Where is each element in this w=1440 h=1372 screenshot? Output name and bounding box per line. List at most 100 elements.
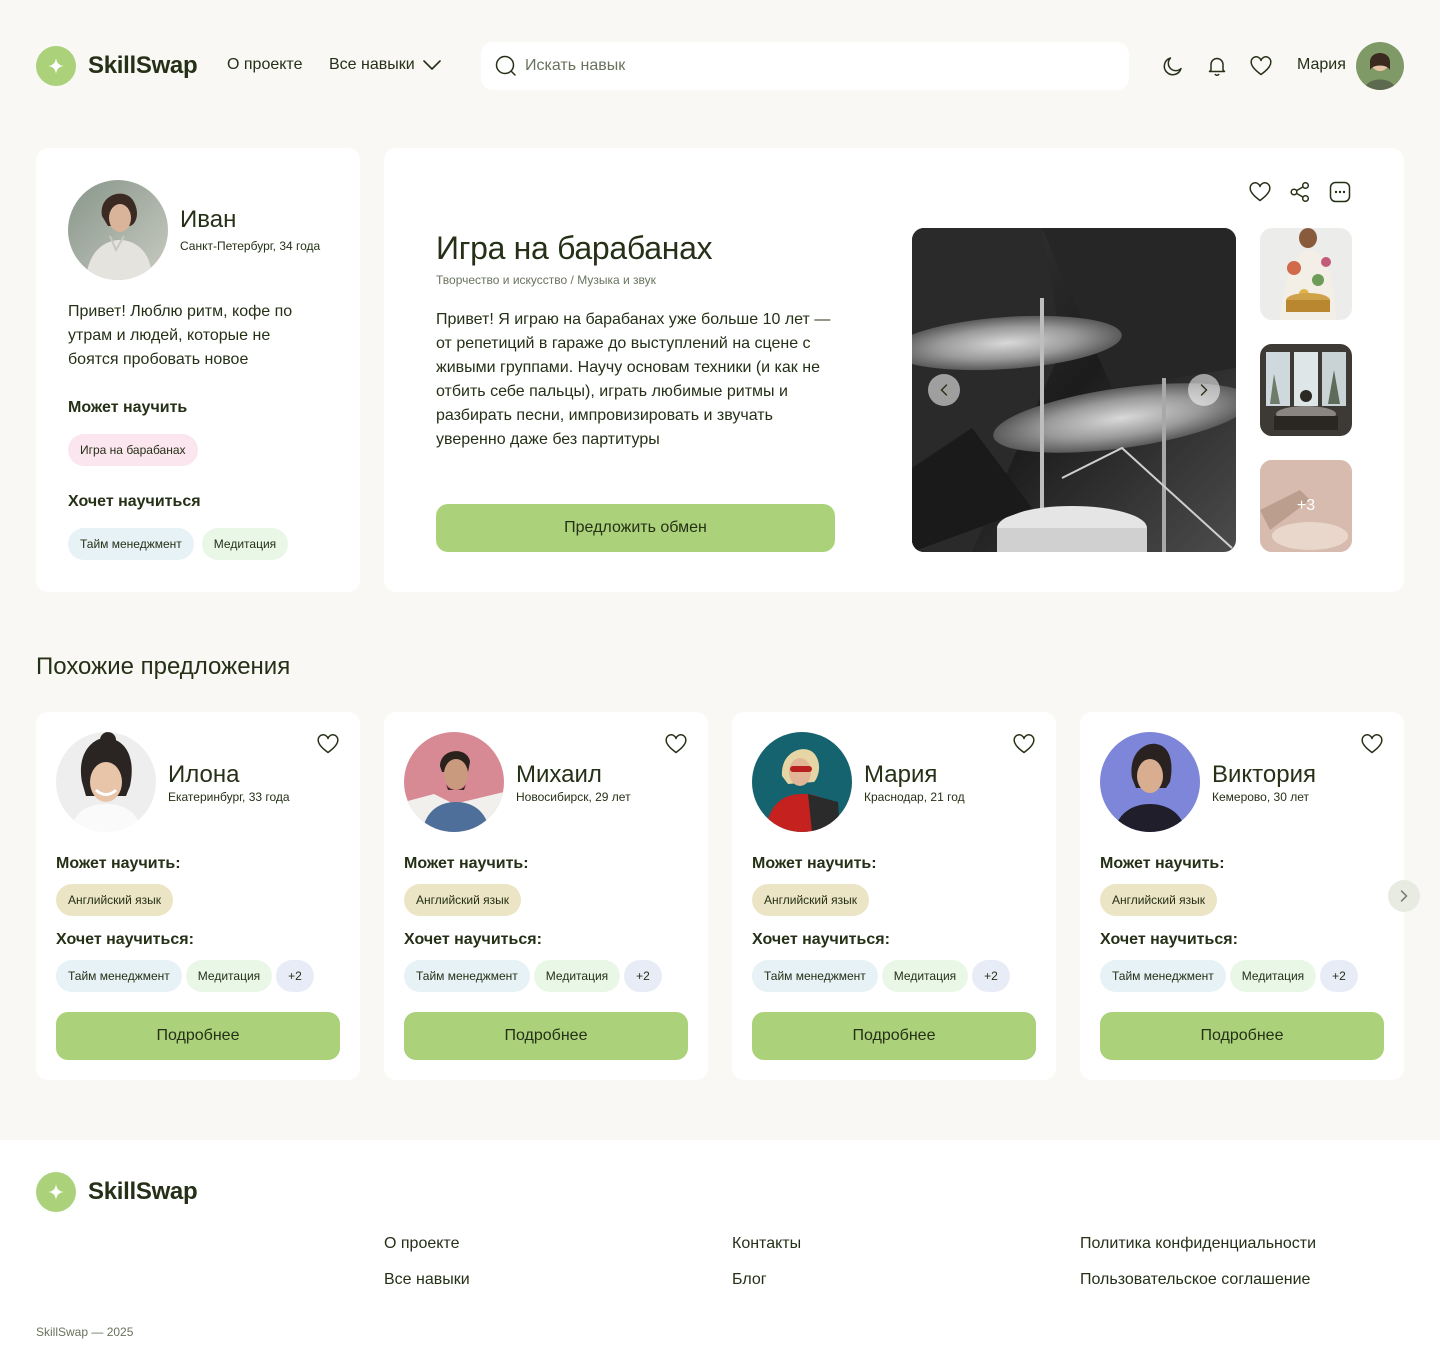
skill-tag[interactable]: Медитация (201, 528, 289, 560)
skill-tag[interactable]: Медитация (533, 960, 621, 992)
can-teach-heading: Может научить: (752, 855, 877, 872)
author-about: Привет! Люблю ритм, кофе по утрам и люде… (68, 303, 293, 368)
footer-logo[interactable]: SkillSwap (36, 1172, 198, 1212)
similar-user-avatar (752, 732, 852, 832)
similar-offers-title: Похожие предложения (36, 653, 291, 680)
author-location: Санкт-Петербург, 34 года (180, 239, 321, 253)
skill-tag[interactable]: Тайм менеджмент (1100, 960, 1226, 992)
wants-heading: Хочет научиться: (1100, 931, 1238, 948)
search-bar (481, 42, 1129, 90)
skill-breadcrumbs: Творчество и искусство / Музыка и звук (436, 273, 656, 287)
header-user-name[interactable]: Мария (1297, 56, 1346, 74)
chevron-down-icon (422, 60, 441, 70)
logo-text: SkillSwap (88, 52, 198, 79)
skill-main-photo (912, 228, 1236, 552)
footer: SkillSwap О проекте Все навыки Контакты … (0, 1140, 1440, 1372)
details-button[interactable]: Подробнее (404, 1012, 688, 1060)
more-skills-badge[interactable]: +2 (1320, 960, 1358, 992)
skill-tag[interactable]: Тайм менеджмент (404, 960, 530, 992)
share-icon[interactable] (1288, 180, 1312, 204)
more-skills-badge[interactable]: +2 (624, 960, 662, 992)
copyright: SkillSwap — 2025 (36, 1325, 134, 1339)
favorites-heart-icon[interactable] (1249, 54, 1273, 78)
theme-toggle-moon-icon[interactable] (1161, 54, 1185, 78)
header-logo[interactable]: SkillSwap (36, 46, 198, 86)
details-button[interactable]: Подробнее (752, 1012, 1036, 1060)
wants-tags: Тайм менеджмент Медитация (68, 528, 289, 560)
skill-tag[interactable]: Английский язык (1100, 884, 1218, 916)
notifications-bell-icon[interactable] (1205, 54, 1229, 78)
logo-sparkle-icon (36, 1172, 76, 1212)
skill-tag[interactable]: Английский язык (752, 884, 870, 916)
chevron-right-icon (1400, 890, 1408, 902)
header-user-avatar[interactable] (1356, 42, 1404, 90)
wants-heading: Хочет научиться: (404, 931, 542, 948)
similar-user-name: Мария (864, 761, 938, 788)
gallery-prev-button[interactable] (928, 374, 960, 406)
similar-user-avatar (56, 732, 156, 832)
skill-tag[interactable]: Медитация (881, 960, 969, 992)
gallery-more-thumbnail[interactable]: +3 (1260, 460, 1352, 552)
skill-tag[interactable]: Медитация (185, 960, 273, 992)
similar-offer-card: Виктория Кемерово, 30 лет Может научить:… (1080, 712, 1404, 1080)
logo-text: SkillSwap (88, 1178, 198, 1205)
favorite-heart-icon[interactable] (664, 732, 688, 756)
propose-exchange-button[interactable]: Предложить обмен (436, 504, 835, 552)
similar-next-button[interactable] (1388, 880, 1420, 912)
gallery-next-button[interactable] (1188, 374, 1220, 406)
favorite-heart-icon[interactable] (1360, 732, 1384, 756)
can-teach-heading: Может научить: (1100, 855, 1225, 872)
skill-tag[interactable]: Тайм менеджмент (752, 960, 878, 992)
skill-tag[interactable]: Английский язык (56, 884, 174, 916)
chevron-left-icon (940, 384, 948, 396)
similar-user-name: Михаил (516, 761, 602, 788)
more-skills-badge[interactable]: +2 (972, 960, 1010, 992)
skill-tag[interactable]: Игра на барабанах (68, 434, 198, 466)
more-skills-badge[interactable]: +2 (276, 960, 314, 992)
similar-user-location: Кемерово, 30 лет (1212, 790, 1309, 804)
author-profile-card: Иван Санкт-Петербург, 34 года Привет! Лю… (36, 148, 360, 592)
can-teach-heading: Может научить (68, 399, 188, 416)
more-options-icon[interactable] (1328, 180, 1352, 204)
wants-heading: Хочет научиться: (56, 931, 194, 948)
skill-description: Привет! Я играю на барабанах уже больше … (436, 311, 831, 448)
chevron-right-icon (1200, 384, 1208, 396)
footer-link-privacy[interactable]: Политика конфиденциальности (1080, 1235, 1316, 1253)
more-photos-count: +3 (1296, 497, 1316, 514)
footer-link-blog[interactable]: Блог (732, 1271, 767, 1289)
can-teach-heading: Может научить: (56, 855, 181, 872)
skill-tag[interactable]: Медитация (1229, 960, 1317, 992)
footer-link-about[interactable]: О проекте (384, 1235, 459, 1253)
nav-skills-label: Все навыки (329, 56, 415, 73)
similar-user-name: Илона (168, 761, 240, 788)
nav-about-link[interactable]: О проекте (227, 56, 302, 74)
author-avatar (68, 180, 168, 280)
skill-tag[interactable]: Тайм менеджмент (56, 960, 182, 992)
footer-link-contacts[interactable]: Контакты (732, 1235, 801, 1253)
similar-user-location: Екатеринбург, 33 года (168, 790, 290, 804)
footer-link-terms[interactable]: Пользовательское соглашение (1080, 1271, 1310, 1289)
similar-user-name: Виктория (1212, 761, 1317, 788)
footer-link-skills[interactable]: Все навыки (384, 1271, 470, 1289)
nav-about-label: О проекте (227, 56, 303, 73)
similar-offer-card: Илона Екатеринбург, 33 года Может научит… (36, 712, 360, 1080)
skill-detail-card: Игра на барабанах Творчество и искусство… (384, 148, 1404, 592)
skill-tag[interactable]: Английский язык (404, 884, 522, 916)
wants-tags: Тайм менеджмент Медитация +2 (752, 960, 1010, 992)
favorite-heart-icon[interactable] (1012, 732, 1036, 756)
favorite-heart-icon[interactable] (316, 732, 340, 756)
skill-title: Игра на барабанах (436, 230, 713, 266)
nav-all-skills-dropdown[interactable]: Все навыки (329, 56, 441, 74)
wants-tags: Тайм менеджмент Медитация +2 (56, 960, 314, 992)
gallery-thumbnail[interactable] (1260, 228, 1352, 320)
skill-tag[interactable]: Тайм менеджмент (68, 528, 194, 560)
like-heart-icon[interactable] (1248, 180, 1272, 204)
wants-heading: Хочет научиться (68, 493, 201, 510)
details-button[interactable]: Подробнее (1100, 1012, 1384, 1060)
search-input[interactable] (525, 57, 1115, 75)
gallery-thumbnail[interactable] (1260, 344, 1352, 436)
details-button[interactable]: Подробнее (56, 1012, 340, 1060)
wants-tags: Тайм менеджмент Медитация +2 (1100, 960, 1358, 992)
author-name: Иван (180, 206, 237, 233)
similar-user-avatar (1100, 732, 1200, 832)
